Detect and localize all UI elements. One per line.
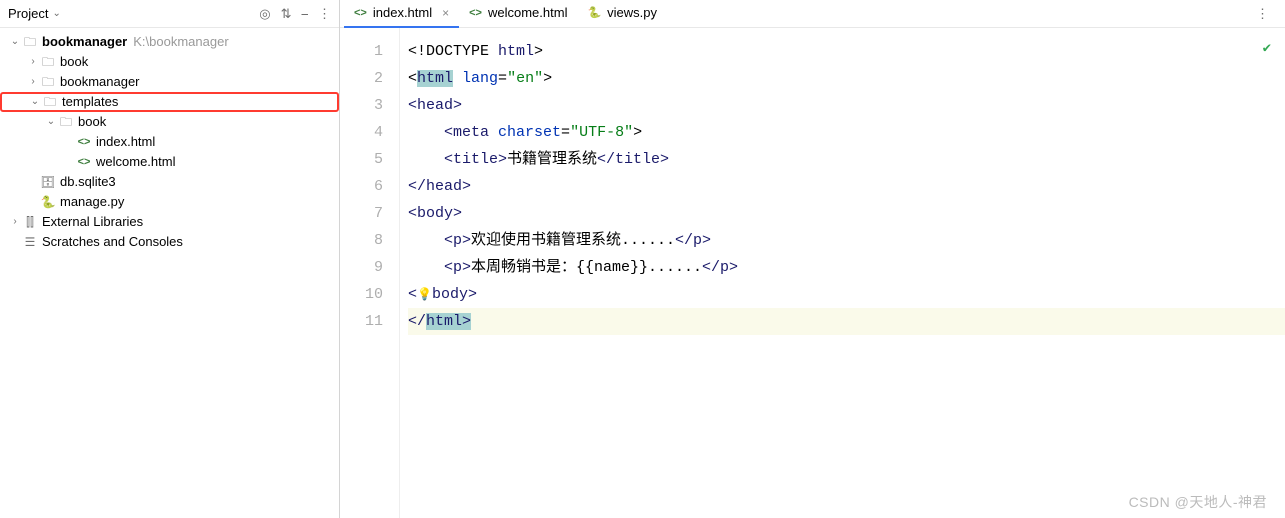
tree-arrow-icon[interactable]: ⌄ — [28, 92, 42, 112]
code-body[interactable]: ✔ <!DOCTYPE html> <html lang="en"> <head… — [400, 28, 1285, 518]
project-sidebar: Project ⌄ ◎ ⇅ ⎯ ⋮ ⌄🗀bookmanagerK:\bookma… — [0, 0, 340, 518]
tree-item-welcome-html[interactable]: welcome.html — [0, 152, 339, 172]
tree-label: book — [78, 112, 106, 132]
line-number[interactable]: 6 — [340, 173, 383, 200]
folder-icon: 🗀 — [40, 74, 56, 90]
python-file-icon: 🐍 — [40, 194, 56, 210]
line-number[interactable]: 3 — [340, 92, 383, 119]
tree-arrow-icon[interactable]: ⌄ — [8, 32, 22, 52]
tree-label: welcome.html — [96, 152, 175, 172]
tab-index-html[interactable]: index.html × — [344, 0, 459, 28]
tab-welcome-html[interactable]: welcome.html — [459, 0, 577, 28]
folder-icon: 🗀 — [42, 94, 58, 110]
line-number[interactable]: 7 — [340, 200, 383, 227]
watermark: CSDN @天地人-神君 — [1129, 492, 1267, 512]
gutter: 1234567891011 — [340, 28, 400, 518]
tree-label: index.html — [96, 132, 155, 152]
line-number[interactable]: 9 — [340, 254, 383, 281]
library-icon: ⫿⫿ — [22, 214, 38, 230]
html-file-icon — [469, 7, 482, 19]
tabs-bar: index.html × welcome.html 🐍 views.py ⋮ — [340, 0, 1285, 28]
sidebar-toolbar: ◎ ⇅ ⎯ ⋮ — [259, 6, 331, 22]
tree-label: templates — [62, 92, 118, 112]
tree-arrow-icon[interactable]: ⌄ — [44, 112, 58, 132]
tree-label: db.sqlite3 — [60, 172, 116, 192]
tree-item-templates[interactable]: ⌄🗀templates — [0, 92, 339, 112]
line-number[interactable]: 4 — [340, 119, 383, 146]
folder-icon: 🗀 — [22, 34, 38, 50]
line-number[interactable]: 1 — [340, 38, 383, 65]
tree-arrow-icon[interactable]: › — [8, 212, 22, 232]
expand-icon[interactable]: ⇅ — [281, 6, 292, 22]
close-icon[interactable]: × — [442, 6, 449, 20]
html-file-icon — [354, 7, 367, 19]
chevron-down-icon[interactable]: ⌄ — [52, 8, 60, 19]
tab-label: index.html — [373, 5, 432, 20]
code-editor[interactable]: 1234567891011 ✔ <!DOCTYPE html> <html la… — [340, 28, 1285, 518]
more-icon[interactable]: ⋮ — [318, 6, 331, 22]
scratches-icon: ☰ — [22, 234, 38, 250]
hide-icon[interactable]: ⎯ — [302, 6, 309, 22]
project-tree: ⌄🗀bookmanagerK:\bookmanager›🗀book›🗀bookm… — [0, 28, 339, 256]
python-file-icon: 🐍 — [587, 6, 601, 19]
html-file-icon — [76, 134, 92, 150]
sidebar-header: Project ⌄ ◎ ⇅ ⎯ ⋮ — [0, 0, 339, 28]
tree-label: bookmanager — [60, 72, 140, 92]
sidebar-title[interactable]: Project — [8, 6, 48, 21]
database-icon: 🗄 — [40, 174, 56, 190]
tabs-more-icon[interactable]: ⋮ — [1246, 6, 1281, 22]
tree-item-book[interactable]: ›🗀book — [0, 52, 339, 72]
tree-label: book — [60, 52, 88, 72]
tree-label: External Libraries — [42, 212, 143, 232]
tree-label: Scratches and Consoles — [42, 232, 183, 252]
line-number[interactable]: 11 — [340, 308, 383, 335]
tree-item-bookmanager[interactable]: ⌄🗀bookmanager K:\bookmanager — [0, 32, 339, 52]
tab-label: welcome.html — [488, 5, 567, 20]
tab-views-py[interactable]: 🐍 views.py — [577, 0, 667, 28]
tree-item-index-html[interactable]: index.html — [0, 132, 339, 152]
intention-bulb-icon[interactable]: 💡 — [417, 288, 432, 302]
tree-item-external-libraries[interactable]: ›⫿⫿External Libraries — [0, 212, 339, 232]
html-file-icon — [76, 154, 92, 170]
tree-label: manage.py — [60, 192, 124, 212]
folder-icon: 🗀 — [58, 114, 74, 130]
line-number[interactable]: 10 — [340, 281, 383, 308]
editor-area: index.html × welcome.html 🐍 views.py ⋮ 12345… — [340, 0, 1285, 518]
tab-label: views.py — [607, 5, 657, 20]
tree-arrow-icon[interactable]: › — [26, 72, 40, 92]
tree-item-scratches-and-consoles[interactable]: ☰Scratches and Consoles — [0, 232, 339, 252]
tree-item-bookmanager[interactable]: ›🗀bookmanager — [0, 72, 339, 92]
folder-icon: 🗀 — [40, 54, 56, 70]
line-number[interactable]: 2 — [340, 65, 383, 92]
locate-icon[interactable]: ◎ — [259, 6, 270, 22]
line-number[interactable]: 5 — [340, 146, 383, 173]
tree-item-book[interactable]: ⌄🗀book — [0, 112, 339, 132]
tree-label: bookmanager — [42, 32, 127, 52]
tree-item-db-sqlite3[interactable]: 🗄db.sqlite3 — [0, 172, 339, 192]
tree-arrow-icon[interactable]: › — [26, 52, 40, 72]
line-number[interactable]: 8 — [340, 227, 383, 254]
tree-path: K:\bookmanager — [133, 32, 228, 52]
tree-item-manage-py[interactable]: 🐍manage.py — [0, 192, 339, 212]
